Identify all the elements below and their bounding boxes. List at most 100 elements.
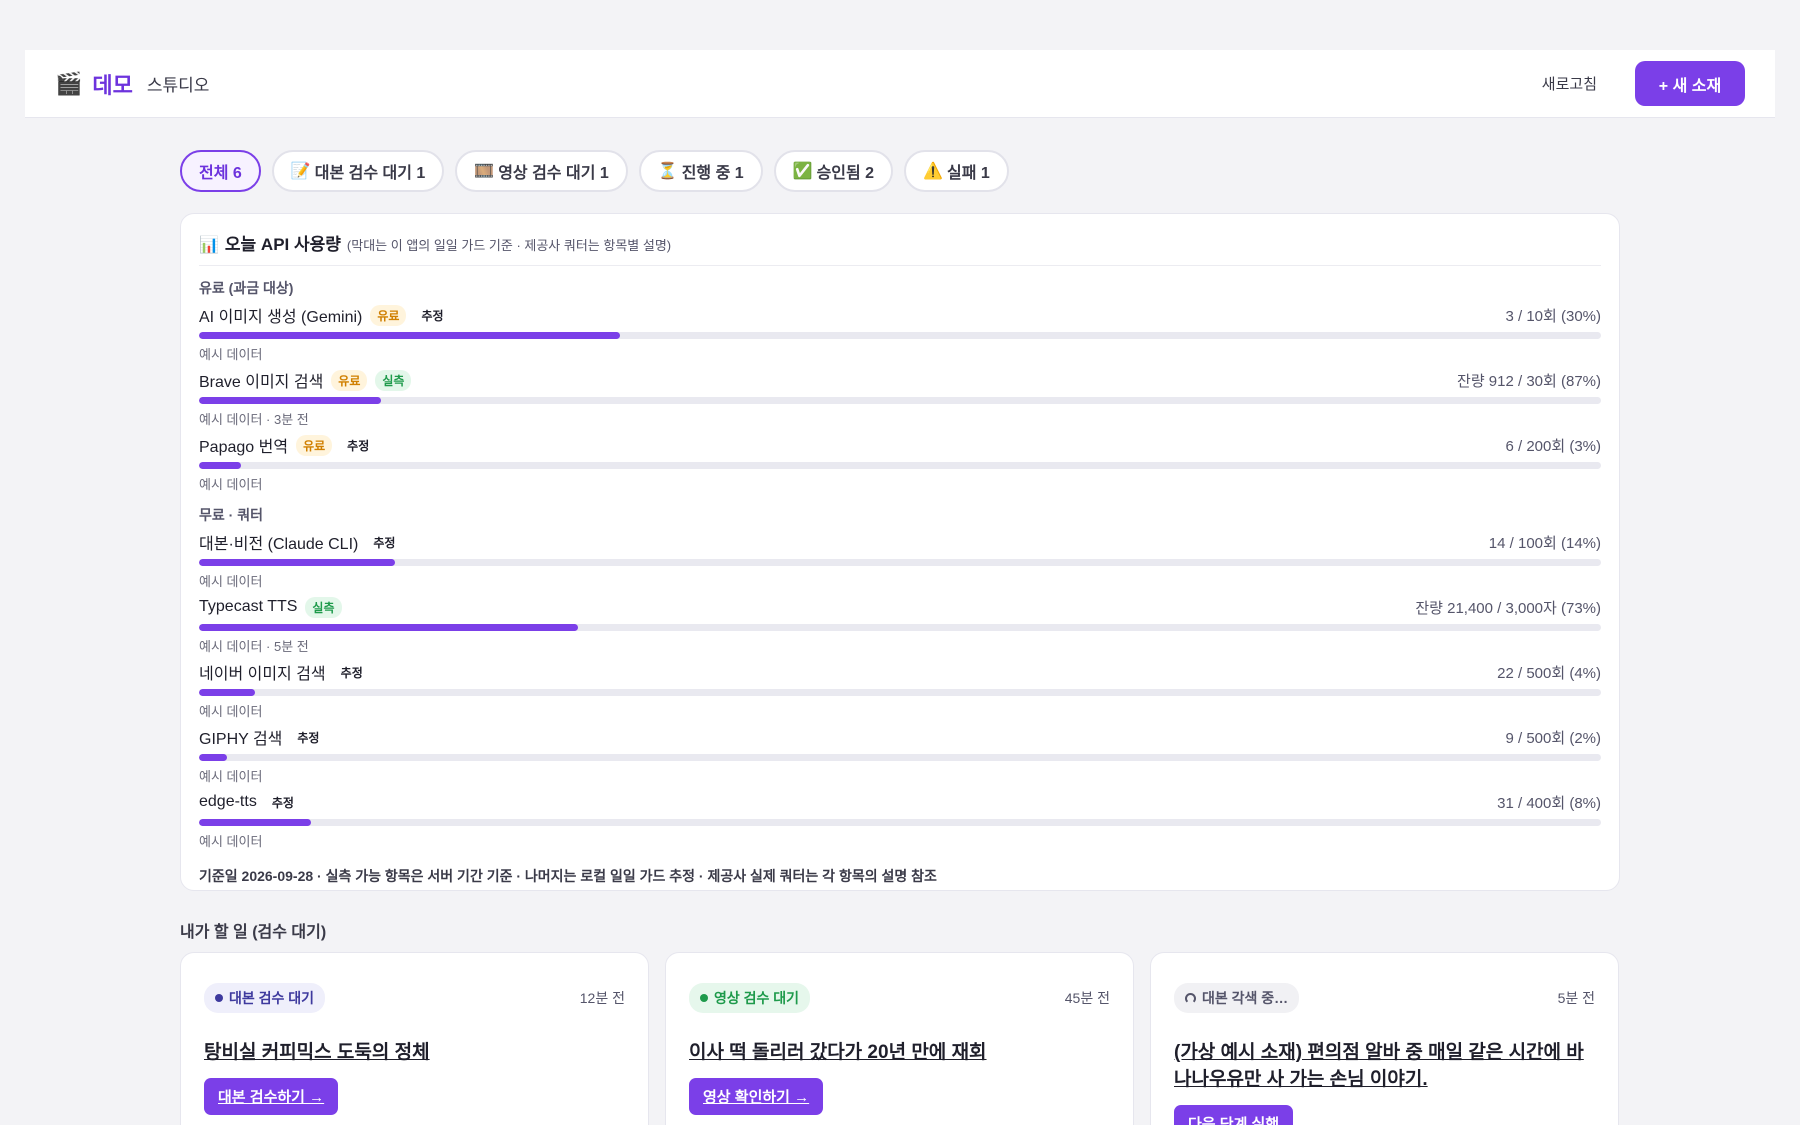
usage-row-header: 대본·비전 (Claude CLI) 추정 14 / 100회 (14%) xyxy=(199,531,1601,554)
tab-script-review[interactable]: 📝 대본 검수 대기 1 xyxy=(271,150,445,192)
usage-badge: 유료 xyxy=(296,434,333,456)
usage-row-meta: 예시 데이터 xyxy=(199,704,263,719)
usage-bar xyxy=(199,332,1601,339)
todo-card[interactable]: 대본 검수 대기 12분 전탕비실 커피믹스 도둑의 정체대본 검수하기 → xyxy=(180,952,649,1125)
brand-subtitle: 스튜디오 xyxy=(146,76,210,95)
usage-row-name: Typecast TTS xyxy=(199,598,298,615)
hourglass-icon: ⏳ xyxy=(657,163,678,180)
timestamp: 12분 전 xyxy=(579,990,625,1006)
tab-label: 승인됨 2 xyxy=(816,165,875,182)
clapperboard-icon: 🎬 xyxy=(55,70,83,96)
usage-row-value: 31 / 400회 (8%) xyxy=(1497,794,1601,812)
usage-row-header: Brave 이미지 검색 유료 실측 잔량 912 / 30회 (87%) xyxy=(199,369,1601,391)
todo-action-button[interactable]: 영상 확인하기 → xyxy=(689,1078,824,1115)
usage-row-name: edge-tts xyxy=(199,793,257,810)
todo-card-title[interactable]: 탕비실 커피믹스 도둑의 정체 xyxy=(204,1039,625,1066)
usage-bar xyxy=(199,462,1601,469)
bar-chart-icon: 📊 xyxy=(199,237,219,254)
usage-badge: 추정 xyxy=(421,308,444,323)
usage-header: 📊 오늘 API 사용량 (막대는 이 앱의 일일 가드 기준 · 제공사 쿼터… xyxy=(199,230,1601,266)
refresh-button[interactable]: 새로고침 xyxy=(1542,73,1597,94)
usage-title: 오늘 API 사용량 xyxy=(224,235,341,254)
paid-group-label: 유료 (과금 대상) xyxy=(199,280,294,296)
memo-icon: 📝 xyxy=(290,163,311,180)
todo-action-button[interactable]: 다음 단계 실행 xyxy=(1174,1105,1294,1125)
usage-row-header: 네이버 이미지 검색 추정 22 / 500회 (4%) xyxy=(199,661,1601,684)
usage-bar xyxy=(199,559,1601,566)
usage-row-meta: 예시 데이터 xyxy=(199,574,263,589)
usage-bar xyxy=(199,397,1601,404)
usage-row-meta: 예시 데이터 xyxy=(199,477,263,492)
tab-label: 전체 6 xyxy=(199,165,242,182)
brand[interactable]: 🎬 데모 스튜디오 xyxy=(55,68,209,100)
usage-bar xyxy=(199,624,1601,631)
usage-badge: 실측 xyxy=(375,369,412,391)
usage-row: AI 이미지 생성 (Gemini) 유료 추정 3 / 10회 (30%) 예시 데이… xyxy=(199,304,1601,363)
usage-bar xyxy=(199,754,1601,761)
todo-card-header: 대본 검수 대기 12분 전 xyxy=(204,983,625,1013)
usage-row-meta: 예시 데이터 · 3분 전 xyxy=(199,412,309,427)
usage-row-meta: 예시 데이터 xyxy=(199,834,263,849)
usage-badge: 유료 xyxy=(370,304,407,326)
tab-video-review[interactable]: 🎞️ 영상 검수 대기 1 xyxy=(455,150,628,192)
usage-bar-fill xyxy=(199,462,242,469)
usage-row-name: 네이버 이미지 검색 xyxy=(199,666,326,683)
free-usage-list: 대본·비전 (Claude CLI) 추정 14 / 100회 (14%) 예시 데이… xyxy=(199,531,1601,850)
tab-label: 영상 검수 대기 1 xyxy=(498,165,609,182)
todo-action-button[interactable]: 대본 검수하기 → xyxy=(204,1078,339,1115)
usage-row-value: 잔량 912 / 30회 (87%) xyxy=(1457,372,1601,390)
usage-row-header: Typecast TTS 실측 잔량 21,400 / 3,000자 (73%) xyxy=(199,596,1601,618)
usage-row-meta: 예시 데이터 xyxy=(199,769,263,784)
todo-card-list: 대본 검수 대기 12분 전탕비실 커피믹스 도둑의 정체대본 검수하기 → 영상 … xyxy=(180,952,1619,1125)
usage-bar xyxy=(199,689,1601,696)
usage-bar-fill xyxy=(199,819,312,826)
usage-row-header: GIPHY 검색 추정 9 / 500회 (2%) xyxy=(199,726,1601,749)
tab-label: 실패 1 xyxy=(947,165,990,182)
usage-row-name: GIPHY 검색 xyxy=(199,731,283,748)
todo-card[interactable]: 영상 검수 대기 45분 전이사 떡 돌리러 갔다가 20년 만에 재회영상 확인… xyxy=(665,952,1134,1125)
usage-note: (막대는 이 앱의 일일 가드 기준 · 제공사 쿼터는 항목별 설명) xyxy=(346,238,672,253)
usage-row: Papago 번역 유료 추정 6 / 200회 (3%) 예시 데이터 xyxy=(199,434,1601,493)
paid-usage-list: AI 이미지 생성 (Gemini) 유료 추정 3 / 10회 (30%) 예시 데이… xyxy=(199,304,1601,493)
usage-footer: 기준일 2026-09-28 · 실측 가능 항목은 서버 기간 기준 · 나머… xyxy=(199,868,937,884)
tab-label: 대본 검수 대기 1 xyxy=(314,165,426,182)
tab-label: 진행 중 1 xyxy=(681,165,744,182)
todo-card-title[interactable]: 이사 떡 돌리러 갔다가 20년 만에 재회 xyxy=(689,1039,1110,1066)
status-dot-icon xyxy=(215,994,223,1002)
usage-row-header: edge-tts 추정 31 / 400회 (8%) xyxy=(199,791,1601,813)
status-badge: 영상 검수 대기 xyxy=(689,983,811,1013)
status-label: 대본 각색 중… xyxy=(1202,990,1289,1006)
usage-badge: 추정 xyxy=(271,795,294,810)
status-dot-icon xyxy=(700,994,708,1002)
brand-name: 데모 xyxy=(92,72,133,98)
usage-row-meta: 예시 데이터 · 5분 전 xyxy=(199,639,309,654)
tab-approved[interactable]: ✅ 승인됨 2 xyxy=(773,150,894,192)
tab-in-progress[interactable]: ⏳ 진행 중 1 xyxy=(638,150,763,192)
film-frames-icon: 🎞️ xyxy=(474,163,495,180)
tab-all[interactable]: 전체 6 xyxy=(180,150,261,192)
usage-badge: 유료 xyxy=(331,369,368,391)
new-topic-button[interactable]: + 새 소재 xyxy=(1635,61,1745,106)
usage-bar xyxy=(199,819,1601,826)
todo-card-title[interactable]: (가상 예시 소재) 편의점 알바 중 매일 같은 시간에 바나나우유만 사 가… xyxy=(1174,1039,1595,1093)
todo-card[interactable]: 대본 각색 중… 5분 전 (가상 예시 소재) 편의점 알바 중 매일 같은 시간… xyxy=(1150,952,1619,1125)
usage-badge: 추정 xyxy=(347,438,370,453)
usage-row-value: 9 / 500회 (2%) xyxy=(1505,729,1601,747)
usage-bar-fill xyxy=(199,559,396,566)
status-label: 대본 검수 대기 xyxy=(229,990,315,1006)
usage-row: 대본·비전 (Claude CLI) 추정 14 / 100회 (14%) 예시 데이… xyxy=(199,531,1601,590)
usage-row-value: 22 / 500회 (4%) xyxy=(1497,664,1601,682)
tab-failed[interactable]: ⚠️ 실패 1 xyxy=(904,150,1009,192)
usage-bar-fill xyxy=(199,332,620,339)
usage-row-header: Papago 번역 유료 추정 6 / 200회 (3%) xyxy=(199,434,1601,456)
todo-section-title: 내가 할 일 (검수 대기) xyxy=(180,924,327,941)
timestamp: 5분 전 xyxy=(1557,990,1595,1006)
usage-row-name: AI 이미지 생성 (Gemini) xyxy=(199,309,363,326)
usage-badge: 추정 xyxy=(373,535,396,550)
usage-badge: 추정 xyxy=(340,665,363,680)
status-badge: 대본 검수 대기 xyxy=(204,983,326,1013)
todo-card-header: 영상 검수 대기 45분 전 xyxy=(689,983,1110,1013)
usage-bar-fill xyxy=(199,689,256,696)
usage-row-name: 대본·비전 (Claude CLI) xyxy=(199,536,359,553)
todo-card-header: 대본 각색 중… 5분 전 xyxy=(1174,983,1595,1013)
